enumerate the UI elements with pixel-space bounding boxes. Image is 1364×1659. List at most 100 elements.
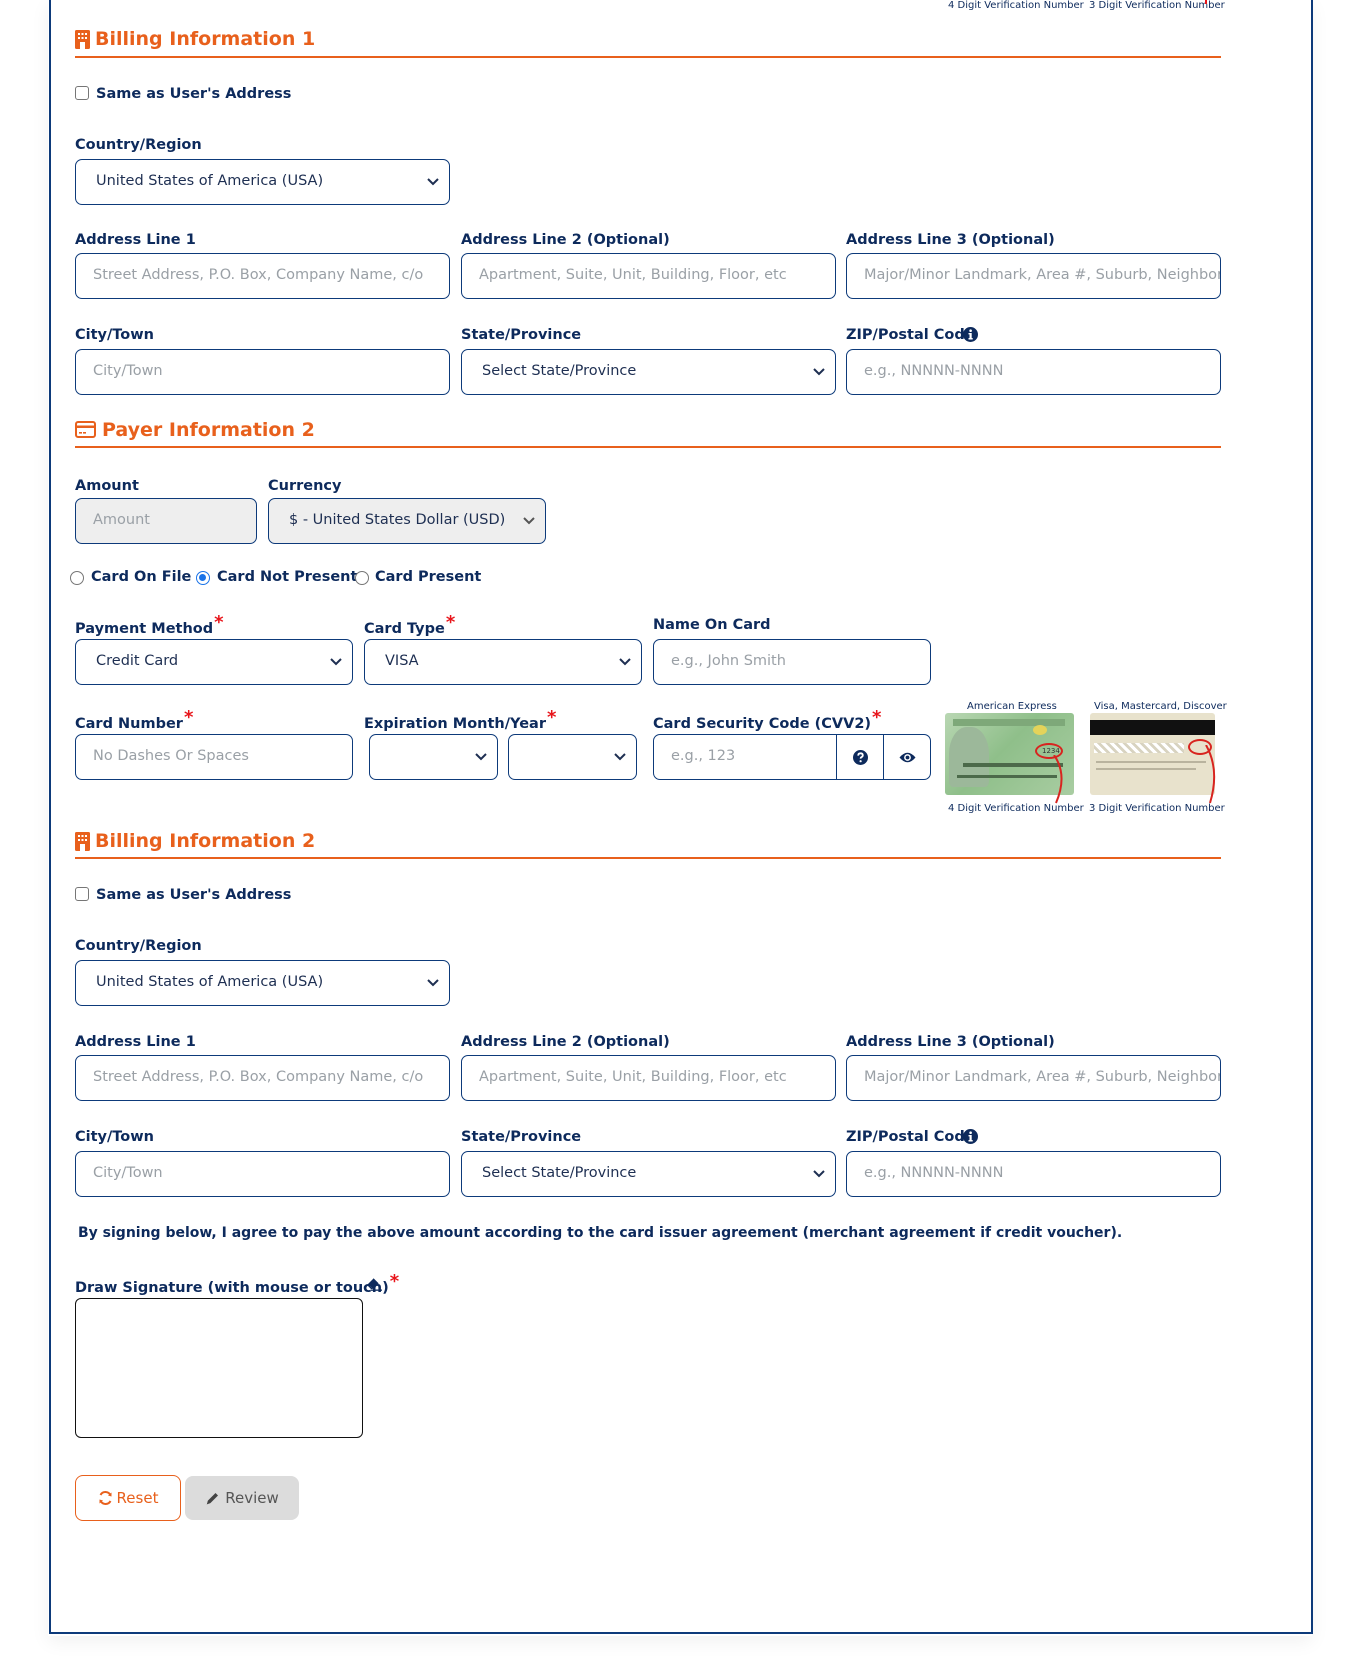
pencil-icon xyxy=(206,1492,219,1504)
billing2-zip-input[interactable]: e.g., NNNNN-NNNN xyxy=(846,1151,1221,1197)
billing2-addr1-input[interactable]: Street Address, P.O. Box, Company Name, … xyxy=(75,1055,450,1101)
cvv-label: Card Security Code (CVV2)* xyxy=(653,707,881,733)
chevron-down-icon xyxy=(523,517,535,525)
billing1-country-label: Country/Region xyxy=(75,137,202,153)
cvv-placeholder: e.g., 123 xyxy=(671,748,736,764)
expiration-label-text: Expiration Month/Year xyxy=(364,716,546,732)
billing2-addr2-input[interactable]: Apartment, Suite, Unit, Building, Floor,… xyxy=(461,1055,836,1101)
signature-label-text: Draw Signature (with mouse or touch) xyxy=(75,1280,389,1296)
billing1-title: Billing Information 1 xyxy=(95,28,316,50)
billing2-addr2-placeholder: Apartment, Suite, Unit, Building, Floor,… xyxy=(479,1069,787,1085)
review-button[interactable]: Review xyxy=(185,1476,299,1520)
billing2-state-select[interactable]: Select State/Province xyxy=(461,1151,836,1197)
reset-button-label: Reset xyxy=(116,1489,159,1507)
eraser-icon[interactable] xyxy=(366,1275,383,1295)
amex-title: American Express xyxy=(967,701,1057,712)
billing1-country-value: United States of America (USA) xyxy=(96,173,324,189)
billing2-city-input[interactable]: City/Town xyxy=(75,1151,450,1197)
billing1-same-address-checkbox[interactable] xyxy=(75,86,89,100)
billing1-state-select[interactable]: Select State/Province xyxy=(461,349,836,395)
billing2-divider xyxy=(75,857,1221,859)
currency-value: $ - United States Dollar (USD) xyxy=(289,512,506,528)
billing1-addr2-label: Address Line 2 (Optional) xyxy=(461,232,670,248)
card-number-label-text: Card Number xyxy=(75,716,183,732)
billing2-country-select[interactable]: United States of America (USA) xyxy=(75,960,450,1006)
payment-method-label-text: Payment Method xyxy=(75,621,214,637)
required-asterisk: * xyxy=(389,1271,400,1292)
amex-caption: 4 Digit Verification Number xyxy=(948,803,1084,814)
visa-pointer-line xyxy=(1205,745,1216,804)
billing2-state-value: Select State/Province xyxy=(482,1165,637,1181)
amount-input[interactable]: Amount xyxy=(75,498,257,544)
billing1-zip-placeholder: e.g., NNNNN-NNNN xyxy=(864,363,1004,379)
expiration-month-select[interactable] xyxy=(369,734,498,780)
billing2-country-label: Country/Region xyxy=(75,938,202,954)
billing1-addr3-label: Address Line 3 (Optional) xyxy=(846,232,1055,248)
payer2-divider xyxy=(75,446,1221,448)
radio-card-present[interactable] xyxy=(355,571,369,585)
billing2-zip-label: ZIP/Postal Code xyxy=(846,1129,975,1145)
signature-pad[interactable] xyxy=(75,1298,363,1438)
billing1-state-value: Select State/Province xyxy=(482,363,637,379)
eye-icon xyxy=(899,752,915,762)
cvv-help-button[interactable] xyxy=(836,735,884,779)
required-asterisk: * xyxy=(445,612,456,633)
expiration-year-select[interactable] xyxy=(508,734,637,780)
chevron-down-icon xyxy=(619,658,631,666)
billing1-addr2-input[interactable]: Apartment, Suite, Unit, Building, Floor,… xyxy=(461,253,836,299)
card-type-select[interactable]: VISA xyxy=(364,639,642,685)
billing1-city-input[interactable]: City/Town xyxy=(75,349,450,395)
billing1-country-select[interactable]: United States of America (USA) xyxy=(75,159,450,205)
radio-card-not-present[interactable] xyxy=(196,571,210,585)
billing1-state-label: State/Province xyxy=(461,327,582,343)
card-type-label: Card Type* xyxy=(364,612,455,638)
billing1-addr2-placeholder: Apartment, Suite, Unit, Building, Floor,… xyxy=(479,267,787,283)
billing1-divider xyxy=(75,56,1221,58)
currency-select[interactable]: $ - United States Dollar (USD) xyxy=(268,498,546,544)
billing2-country-value: United States of America (USA) xyxy=(96,974,324,990)
billing2-same-address-checkbox[interactable] xyxy=(75,887,89,901)
signature-label: Draw Signature (with mouse or touch)* xyxy=(75,1271,399,1297)
info-icon[interactable] xyxy=(963,327,978,346)
card-number-input[interactable]: No Dashes Or Spaces xyxy=(75,734,353,780)
credit-card-icon xyxy=(75,421,96,442)
billing1-zip-label: ZIP/Postal Code xyxy=(846,327,975,343)
chevron-down-icon xyxy=(427,979,439,987)
radio-card-on-file[interactable] xyxy=(70,571,84,585)
billing2-same-address-label: Same as User's Address xyxy=(96,887,292,903)
cvv-label-text: Card Security Code (CVV2) xyxy=(653,716,872,732)
billing1-zip-input[interactable]: e.g., NNNNN-NNNN xyxy=(846,349,1221,395)
name-on-card-label: Name On Card xyxy=(653,617,771,633)
billing2-addr1-label: Address Line 1 xyxy=(75,1034,196,1050)
radio-card-present-label: Card Present xyxy=(375,569,482,585)
required-asterisk: * xyxy=(872,707,882,728)
name-on-card-input[interactable]: e.g., John Smith xyxy=(653,639,931,685)
info-icon[interactable] xyxy=(963,1129,978,1148)
card-number-placeholder: No Dashes Or Spaces xyxy=(93,748,249,764)
billing2-addr3-input[interactable]: Major/Minor Landmark, Area #, Suburb, Ne… xyxy=(846,1055,1221,1101)
cvv-show-button[interactable] xyxy=(883,735,930,779)
verification-pointer-line xyxy=(1205,0,1207,4)
radio-card-on-file-label: Card On File xyxy=(91,569,192,585)
billing1-addr1-placeholder: Street Address, P.O. Box, Company Name, … xyxy=(93,267,424,283)
card-number-label: Card Number* xyxy=(75,707,193,733)
chevron-down-icon xyxy=(813,368,825,376)
billing1-addr3-input[interactable]: Major/Minor Landmark, Area #, Suburb, Ne… xyxy=(846,253,1221,299)
billing2-addr3-label: Address Line 3 (Optional) xyxy=(846,1034,1055,1050)
expiration-label: Expiration Month/Year* xyxy=(364,707,556,733)
chevron-down-icon xyxy=(427,178,439,186)
required-asterisk: * xyxy=(183,707,194,728)
billing1-city-placeholder: City/Town xyxy=(93,363,163,379)
name-on-card-placeholder: e.g., John Smith xyxy=(671,653,786,669)
reset-button[interactable]: Reset xyxy=(75,1475,181,1521)
billing2-zip-placeholder: e.g., NNNNN-NNNN xyxy=(864,1165,1004,1181)
billing2-title: Billing Information 2 xyxy=(95,830,316,852)
payer2-title: Payer Information 2 xyxy=(102,419,315,441)
payment-method-select[interactable]: Credit Card xyxy=(75,639,353,685)
chevron-down-icon xyxy=(614,753,626,761)
billing1-addr1-input[interactable]: Street Address, P.O. Box, Company Name, … xyxy=(75,253,450,299)
payment-method-label: Payment Method* xyxy=(75,612,224,638)
radio-card-not-present-label: Card Not Present xyxy=(217,569,358,585)
payment-method-value: Credit Card xyxy=(96,653,179,669)
billing1-city-label: City/Town xyxy=(75,327,154,343)
